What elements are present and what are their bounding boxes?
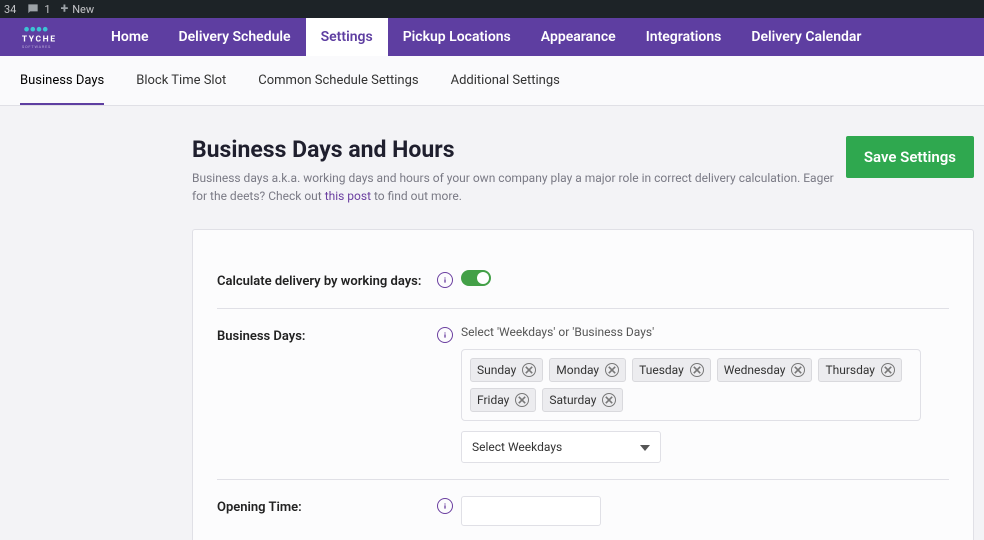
save-settings-button[interactable]: Save Settings bbox=[846, 136, 974, 178]
chip-label: Monday bbox=[556, 363, 599, 377]
nav-appearance[interactable]: Appearance bbox=[526, 18, 631, 56]
nav-delivery-calendar[interactable]: Delivery Calendar bbox=[736, 18, 876, 56]
chip-remove-icon[interactable] bbox=[690, 363, 704, 377]
select-weekdays-dropdown[interactable]: Select Weekdays bbox=[461, 431, 661, 463]
desc-post: to find out more. bbox=[371, 189, 462, 203]
nav-home-label: Home bbox=[111, 29, 149, 45]
nav-delivery-calendar-label: Delivery Calendar bbox=[751, 29, 861, 45]
main-nav: TYCHE SOFTWARES Home Delivery Schedule S… bbox=[0, 18, 984, 56]
chip-monday: Monday bbox=[549, 358, 626, 382]
tab-block-time-slot-label: Block Time Slot bbox=[136, 73, 226, 88]
adminbar-updates[interactable]: 34 bbox=[4, 3, 16, 16]
chip-label: Wednesday bbox=[724, 363, 786, 377]
content-area: Business Days and Hours Business days a.… bbox=[0, 106, 984, 540]
nav-pickup-locations-label: Pickup Locations bbox=[403, 29, 511, 45]
chip-remove-icon[interactable] bbox=[602, 393, 616, 407]
info-icon[interactable] bbox=[437, 272, 453, 288]
desc-pre: Business days a.k.a. working days and ho… bbox=[192, 171, 834, 203]
tab-common-schedule[interactable]: Common Schedule Settings bbox=[258, 57, 418, 104]
tab-additional-settings-label: Additional Settings bbox=[451, 73, 560, 88]
chip-wednesday: Wednesday bbox=[717, 358, 813, 382]
chip-remove-icon[interactable] bbox=[605, 363, 619, 377]
row-calculate-delivery: Calculate delivery by working days: bbox=[217, 254, 949, 309]
update-count: 34 bbox=[4, 3, 16, 16]
chip-label: Saturday bbox=[549, 393, 596, 407]
business-days-chip-area[interactable]: Sunday Monday Tuesday Wednesday bbox=[461, 349, 921, 421]
adminbar-comments[interactable]: 1 bbox=[26, 2, 50, 16]
info-icon[interactable] bbox=[437, 327, 453, 343]
row-opening-time: Opening Time: bbox=[217, 480, 949, 540]
chip-label: Sunday bbox=[477, 363, 516, 377]
business-days-hint: Select 'Weekdays' or 'Business Days' bbox=[461, 325, 921, 339]
tab-additional-settings[interactable]: Additional Settings bbox=[451, 57, 560, 104]
tyche-logo-icon: TYCHE SOFTWARES bbox=[11, 23, 86, 51]
tab-business-days-label: Business Days bbox=[20, 73, 104, 88]
calc-delivery-label: Calculate delivery by working days: bbox=[217, 270, 437, 292]
adminbar-new-label: New bbox=[72, 3, 94, 16]
nav-settings-label: Settings bbox=[321, 29, 373, 45]
calc-delivery-toggle[interactable] bbox=[461, 270, 491, 286]
nav-items: Home Delivery Schedule Settings Pickup L… bbox=[96, 18, 876, 56]
nav-home[interactable]: Home bbox=[96, 18, 164, 56]
chip-saturday: Saturday bbox=[542, 388, 623, 412]
page-header: Business Days and Hours Business days a.… bbox=[192, 136, 984, 205]
brand-logo[interactable]: TYCHE SOFTWARES bbox=[0, 18, 96, 56]
tab-business-days[interactable]: Business Days bbox=[20, 57, 104, 104]
nav-pickup-locations[interactable]: Pickup Locations bbox=[388, 18, 526, 56]
comment-icon bbox=[26, 2, 40, 16]
chip-sunday: Sunday bbox=[470, 358, 543, 382]
chip-remove-icon[interactable] bbox=[881, 363, 895, 377]
nav-delivery-schedule[interactable]: Delivery Schedule bbox=[164, 18, 306, 56]
comment-count: 1 bbox=[44, 3, 50, 16]
header-text: Business Days and Hours Business days a.… bbox=[192, 136, 842, 205]
chip-remove-icon[interactable] bbox=[515, 393, 529, 407]
desc-link[interactable]: this post bbox=[325, 189, 371, 203]
nav-integrations-label: Integrations bbox=[646, 29, 722, 45]
chevron-down-icon bbox=[640, 440, 650, 454]
page-title: Business Days and Hours bbox=[192, 136, 842, 163]
opening-time-label: Opening Time: bbox=[217, 496, 437, 518]
svg-text:SOFTWARES: SOFTWARES bbox=[22, 44, 51, 49]
page-description: Business days a.k.a. working days and ho… bbox=[192, 169, 842, 205]
nav-appearance-label: Appearance bbox=[541, 29, 616, 45]
nav-integrations[interactable]: Integrations bbox=[631, 18, 737, 56]
row-business-days: Business Days: Select 'Weekdays' or 'Bus… bbox=[217, 309, 949, 480]
opening-time-input[interactable] bbox=[461, 496, 601, 526]
chip-label: Thursday bbox=[825, 363, 875, 377]
nav-settings[interactable]: Settings bbox=[306, 18, 388, 56]
nav-delivery-schedule-label: Delivery Schedule bbox=[179, 29, 291, 45]
tab-block-time-slot[interactable]: Block Time Slot bbox=[136, 57, 226, 104]
chip-friday: Friday bbox=[470, 388, 536, 412]
chip-label: Tuesday bbox=[639, 363, 684, 377]
chip-thursday: Thursday bbox=[818, 358, 902, 382]
settings-subtabs: Business Days Block Time Slot Common Sch… bbox=[0, 56, 984, 106]
chip-remove-icon[interactable] bbox=[791, 363, 805, 377]
chip-remove-icon[interactable] bbox=[522, 363, 536, 377]
chip-label: Friday bbox=[477, 393, 509, 407]
business-days-label: Business Days: bbox=[217, 325, 437, 347]
settings-panel: Calculate delivery by working days: Busi… bbox=[192, 229, 974, 540]
adminbar-new[interactable]: + New bbox=[61, 1, 95, 17]
plus-icon: + bbox=[61, 1, 69, 17]
info-icon[interactable] bbox=[437, 498, 453, 514]
tab-common-schedule-label: Common Schedule Settings bbox=[258, 73, 418, 88]
select-weekdays-label: Select Weekdays bbox=[472, 440, 562, 454]
chip-tuesday: Tuesday bbox=[632, 358, 711, 382]
wp-admin-bar: 34 1 + New bbox=[0, 0, 984, 18]
